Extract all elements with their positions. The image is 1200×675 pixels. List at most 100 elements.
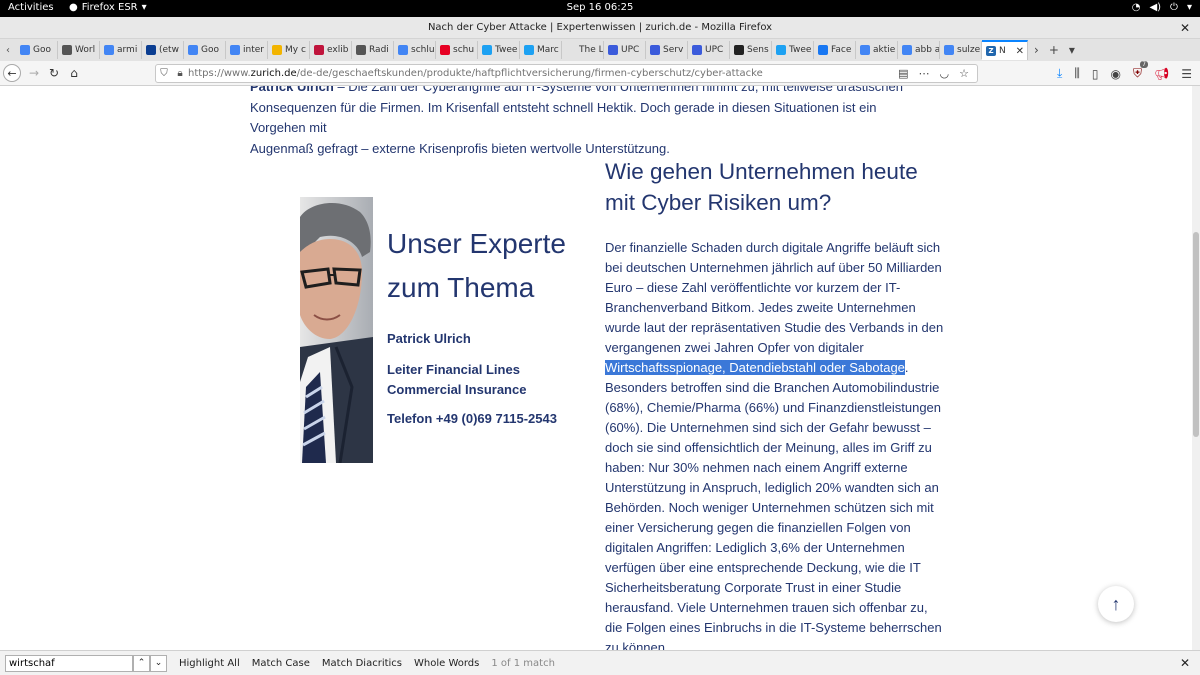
menu-icon[interactable]: ☰ [1181, 67, 1192, 81]
grid-icon [734, 45, 744, 55]
wifi-icon: ◔ [1131, 2, 1141, 13]
ublock-icon[interactable]: ⛨ 7 [1133, 61, 1148, 81]
tab-19[interactable]: Face [814, 41, 856, 59]
tab-9[interactable]: schlu [394, 41, 436, 59]
scrollbar-thumb[interactable] [1193, 232, 1199, 437]
tab-11[interactable]: Twee [478, 41, 520, 59]
tab-label: Twee [789, 45, 812, 55]
home-button[interactable]: ⌂ [64, 66, 84, 80]
url-bar[interactable]: ⛉ 🔒︎ https://www.zurich.de/de-de/geschae… [155, 64, 978, 83]
app-menu-label: Firefox ESR [81, 2, 138, 13]
tab-8[interactable]: Radi [352, 41, 394, 59]
find-input[interactable] [5, 654, 133, 672]
intro-author: Patrick Ulrich [250, 86, 334, 94]
chevron-down-icon: ▾ [141, 2, 147, 13]
back-button[interactable]: ← [3, 64, 21, 82]
shield-icon[interactable]: ⛉ [156, 68, 172, 79]
list-all-tabs-icon[interactable]: ▾ [1069, 43, 1075, 57]
tab-label: Worl [75, 45, 96, 55]
tab-0[interactable]: Goo [16, 41, 58, 59]
google-icon [398, 45, 408, 55]
tab-22[interactable]: sulze [940, 41, 982, 59]
tab-18[interactable]: Twee [772, 41, 814, 59]
find-next-button[interactable]: ⌄ [150, 654, 167, 672]
system-tray[interactable]: ◔ ◀) ⏻ ▾ [1132, 2, 1192, 13]
translate-icon [188, 45, 198, 55]
bookmark-star-icon[interactable]: ☆ [959, 67, 969, 80]
tab-label: inter [243, 45, 264, 55]
volume-icon: ◀) [1149, 2, 1162, 13]
sidebar-icon[interactable]: ▯ [1092, 67, 1099, 81]
tab-label: Sens [747, 45, 769, 55]
tab-2[interactable]: armi [100, 41, 142, 59]
blank-icon [566, 45, 576, 55]
tab-10[interactable]: schu [436, 41, 478, 59]
lock-icon[interactable]: 🔒︎ [172, 68, 188, 79]
tab-21[interactable]: abb a [898, 41, 940, 59]
whole-words-toggle[interactable]: Whole Words [414, 658, 479, 669]
tab-12[interactable]: Marc [520, 41, 562, 59]
find-bar: ⌃ ⌄ Highlight All Match Case Match Diacr… [0, 650, 1200, 675]
highlight-all-toggle[interactable]: Highlight All [179, 658, 240, 669]
tab-label: My c [285, 45, 306, 55]
tab-20[interactable]: aktie [856, 41, 898, 59]
wikipedia-icon [356, 45, 366, 55]
find-highlight: Wirtschaftsspionage, Datendiebstahl oder… [605, 360, 905, 375]
facebook-icon [818, 45, 828, 55]
url-text[interactable]: https://www.zurich.de/de-de/geschaeftsku… [188, 68, 763, 79]
expert-heading-line-1: Unser Experte [387, 228, 566, 259]
tab-label: exlib [327, 45, 349, 55]
twitter-icon [524, 45, 534, 55]
forward-button[interactable]: → [24, 66, 44, 80]
close-tab-icon[interactable]: ✕ [1016, 46, 1024, 57]
web-page: Patrick Ulrich – Die Zahl der Cyberangri… [0, 86, 1200, 650]
library-icon[interactable]: ⫼ [1074, 66, 1080, 81]
close-findbar-icon[interactable]: ✕ [1180, 656, 1190, 670]
tab-5[interactable]: inter [226, 41, 268, 59]
google-icon [860, 45, 870, 55]
chevron-down-icon: ▾ [1186, 2, 1192, 13]
close-window-icon[interactable]: ✕ [1180, 17, 1190, 39]
tab-label: schu [453, 45, 475, 55]
scroll-tabs-right-icon[interactable]: › [1034, 43, 1039, 57]
tab-14[interactable]: UPC [604, 41, 646, 59]
twitter-icon [482, 45, 492, 55]
expert-photo [300, 197, 373, 463]
match-diacritics-toggle[interactable]: Match Diacritics [322, 658, 402, 669]
tab-4[interactable]: Goo [184, 41, 226, 59]
scroll-tabs-left-icon[interactable]: ‹ [0, 45, 16, 56]
new-tab-icon[interactable]: + [1049, 43, 1059, 57]
account-icon[interactable]: ◉ [1111, 67, 1121, 81]
megaphone-icon[interactable]: 📢︎ [1154, 67, 1169, 81]
tab-active[interactable]: Z N ✕ [982, 40, 1028, 60]
expert-heading: Unser Experte zum Thema [387, 222, 566, 310]
tab-7[interactable]: exlib [310, 41, 352, 59]
tab-16[interactable]: UPC [688, 41, 730, 59]
dict-icon [146, 45, 156, 55]
reader-view-icon[interactable]: ▤ [898, 67, 908, 80]
page-actions-icon[interactable]: ⋯ [919, 67, 930, 80]
app-menu[interactable]: ● Firefox ESR ▾ [69, 2, 147, 13]
expert-phone-link[interactable]: Telefon +49 (0)69 7115-2543 [387, 411, 557, 426]
google-icon [20, 45, 30, 55]
find-previous-button[interactable]: ⌃ [133, 654, 150, 672]
google-icon [104, 45, 114, 55]
page-scrollbar[interactable] [1192, 86, 1200, 650]
tab-13[interactable]: The Las [562, 41, 604, 59]
tab-17[interactable]: Sens [730, 41, 772, 59]
google-icon [944, 45, 954, 55]
pocket-icon[interactable]: ◡ [940, 67, 950, 80]
activities-button[interactable]: Activities [8, 2, 54, 13]
tab-15[interactable]: Serv [646, 41, 688, 59]
tab-3[interactable]: (etw [142, 41, 184, 59]
match-case-toggle[interactable]: Match Case [252, 658, 310, 669]
intro-paragraph: Patrick Ulrich – Die Zahl der Cyberangri… [250, 86, 930, 159]
tab-6[interactable]: My c [268, 41, 310, 59]
power-icon: ⏻ [1170, 2, 1178, 13]
tab-1[interactable]: Worl [58, 41, 100, 59]
scroll-to-top-button[interactable]: ↑ [1098, 586, 1134, 622]
reload-button[interactable]: ↻ [44, 66, 64, 80]
tab-label: Face [831, 45, 852, 55]
clock[interactable]: Sep 16 06:25 [0, 2, 1200, 13]
downloads-icon[interactable]: ⤓ [1057, 66, 1062, 81]
